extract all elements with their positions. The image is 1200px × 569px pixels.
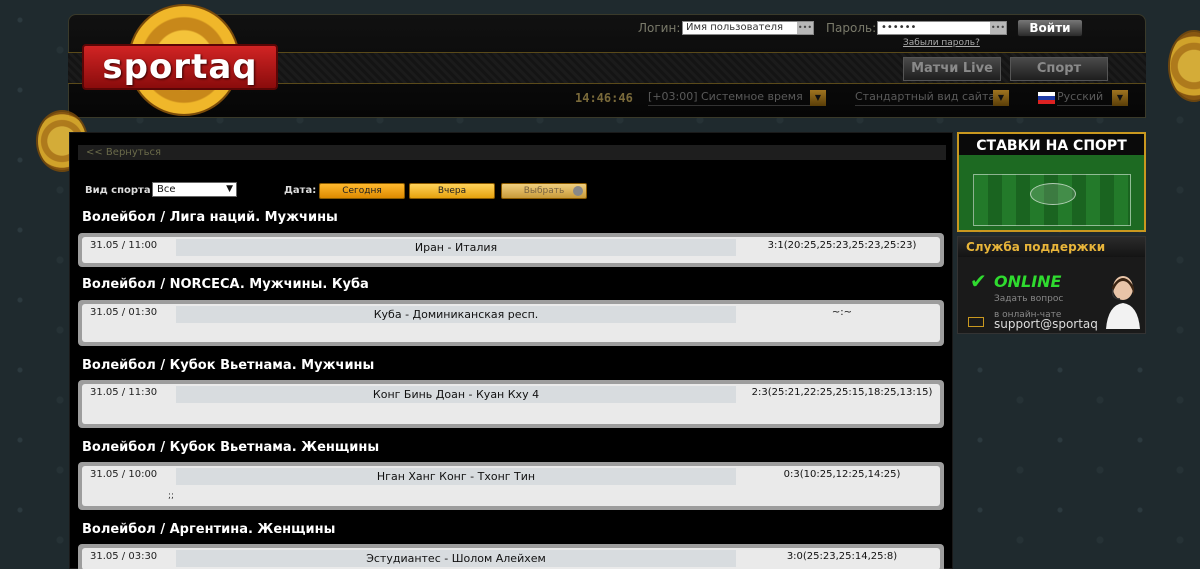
forgot-password-link[interactable]: Забыли пароль?	[903, 38, 980, 48]
champions-league-logo-icon	[1030, 183, 1076, 205]
match-extra: ;;	[168, 491, 175, 501]
check-icon: ✔	[970, 269, 987, 293]
results-panel: << Вернуться Вид спорта Все ▼ Дата: Сего…	[69, 132, 953, 569]
language-value: Русский	[1057, 90, 1104, 103]
match-teams: Иран - Италия	[176, 239, 736, 256]
match-row[interactable]: 31.05 / 03:30 Эстудиантес - Шолом Алейхе…	[78, 544, 944, 569]
match-row-inner: 31.05 / 10:00 Нган Ханг Конг - Тхонг Тин…	[82, 466, 940, 506]
match-teams: Нган Ханг Конг - Тхонг Тин	[176, 468, 736, 485]
match-row-inner: 31.05 / 01:30 Куба - Доминиканская респ.…	[82, 304, 940, 342]
football-field-image	[973, 174, 1131, 226]
login-label: Логин:	[638, 21, 681, 35]
chevron-down-icon: ▼	[1112, 90, 1128, 106]
logo[interactable]: sportaq	[82, 44, 278, 90]
match-row-inner: 31.05 / 11:00 Иран - Италия 3:1(20:25,25…	[82, 237, 940, 263]
password-value: ••••••	[881, 22, 917, 33]
tab-sport[interactable]: Спорт	[1010, 57, 1108, 81]
date-choose-label: Выбрать	[523, 186, 565, 196]
view-mode-value: Стандартный вид сайта	[855, 90, 996, 103]
date-filter-label: Дата:	[284, 185, 317, 196]
mail-icon	[968, 317, 984, 327]
back-link[interactable]: << Вернуться	[78, 145, 946, 160]
chevron-down-icon: ▼	[810, 90, 826, 106]
login-dots-icon: •••	[797, 22, 813, 34]
match-date: 31.05 / 10:00	[90, 469, 158, 480]
date-today-button[interactable]: Сегодня	[319, 183, 405, 199]
coin-decoration-right-icon	[1168, 30, 1200, 102]
match-row-inner: 31.05 / 03:30 Эстудиантес - Шолом Алейхе…	[82, 548, 940, 569]
match-score: 2:3(25:21,22:25,25:15,18:25,13:15)	[751, 387, 933, 398]
match-score: 3:1(20:25,25:23,25:23,25:23)	[767, 240, 917, 251]
sport-filter-label: Вид спорта	[85, 185, 151, 196]
match-date: 31.05 / 11:00	[90, 240, 158, 251]
password-label: Пароль:	[826, 21, 877, 35]
chevron-down-icon: ▼	[226, 184, 233, 194]
logo-text: sportaq	[102, 47, 258, 87]
match-row[interactable]: 31.05 / 01:30 Куба - Доминиканская респ.…	[78, 300, 944, 346]
league-title: Волейбол / Кубок Вьетнама. Женщины	[82, 440, 380, 455]
ask-question-text: Задать вопрос	[994, 294, 1064, 304]
banner-title: СТАВКИ НА СПОРТ	[976, 138, 1127, 154]
clock: 14:46:46	[575, 91, 633, 105]
calendar-icon	[573, 186, 583, 196]
login-input[interactable]: Имя пользователя •••	[682, 21, 814, 35]
league-title: Волейбол / Лига наций. Мужчины	[82, 210, 338, 225]
login-button[interactable]: Войти	[1017, 19, 1083, 37]
tab-live-matches[interactable]: Матчи Live	[903, 57, 1001, 81]
match-date: 31.05 / 11:30	[90, 387, 158, 398]
league-title: Волейбол / NORCECA. Мужчины. Куба	[82, 277, 369, 292]
match-teams: Эстудиантес - Шолом Алейхем	[176, 550, 736, 567]
timezone-value: [+03:00] Системное время	[648, 90, 803, 103]
match-row[interactable]: 31.05 / 10:00 Нган Ханг Конг - Тхонг Тин…	[78, 462, 944, 510]
match-date: 31.05 / 03:30	[90, 551, 158, 562]
support-agent-icon	[1106, 276, 1140, 329]
match-row[interactable]: 31.05 / 11:30 Конг Бинь Доан - Куан Кху …	[78, 380, 944, 428]
online-status: ONLINE	[994, 272, 1062, 291]
match-score: 0:3(10:25,12:25,14:25)	[783, 469, 901, 480]
league-title: Волейбол / Кубок Вьетнама. Мужчины	[82, 358, 375, 373]
match-teams: Конг Бинь Доан - Куан Кху 4	[176, 386, 736, 403]
language-select[interactable]: Русский ▼	[1057, 90, 1128, 106]
russian-flag-icon	[1038, 92, 1055, 104]
match-teams: Куба - Доминиканская респ.	[176, 306, 736, 323]
match-row-inner: 31.05 / 11:30 Конг Бинь Доан - Куан Кху …	[82, 384, 940, 424]
match-row[interactable]: 31.05 / 11:00 Иран - Италия 3:1(20:25,25…	[78, 233, 944, 267]
match-date: 31.05 / 01:30	[90, 307, 158, 318]
match-score: 3:0(25:23,25:14,25:8)	[786, 551, 898, 562]
password-dots-icon: •••	[990, 22, 1006, 34]
support-title: Служба поддержки	[958, 237, 1145, 257]
chevron-down-icon: ▼	[993, 90, 1009, 106]
support-panel[interactable]: Служба поддержки ✔ ONLINE Задать вопрос …	[957, 236, 1146, 334]
timezone-select[interactable]: [+03:00] Системное время ▼	[648, 90, 826, 106]
sport-betting-banner[interactable]: СТАВКИ НА СПОРТ	[957, 132, 1146, 232]
match-score: ~:~	[831, 307, 853, 318]
sport-select[interactable]: Все ▼	[152, 182, 237, 197]
view-mode-select[interactable]: Стандартный вид сайта ▼	[855, 90, 1009, 106]
login-placeholder: Имя пользователя	[686, 22, 784, 33]
password-input[interactable]: •••••• •••	[877, 21, 1007, 35]
league-title: Волейбол / Аргентина. Женщины	[82, 522, 336, 537]
date-yesterday-button[interactable]: Вчера	[409, 183, 495, 199]
support-email[interactable]: support@sportaq	[994, 317, 1098, 331]
sport-select-value: Все	[157, 184, 176, 195]
date-choose-button[interactable]: Выбрать	[501, 183, 587, 199]
